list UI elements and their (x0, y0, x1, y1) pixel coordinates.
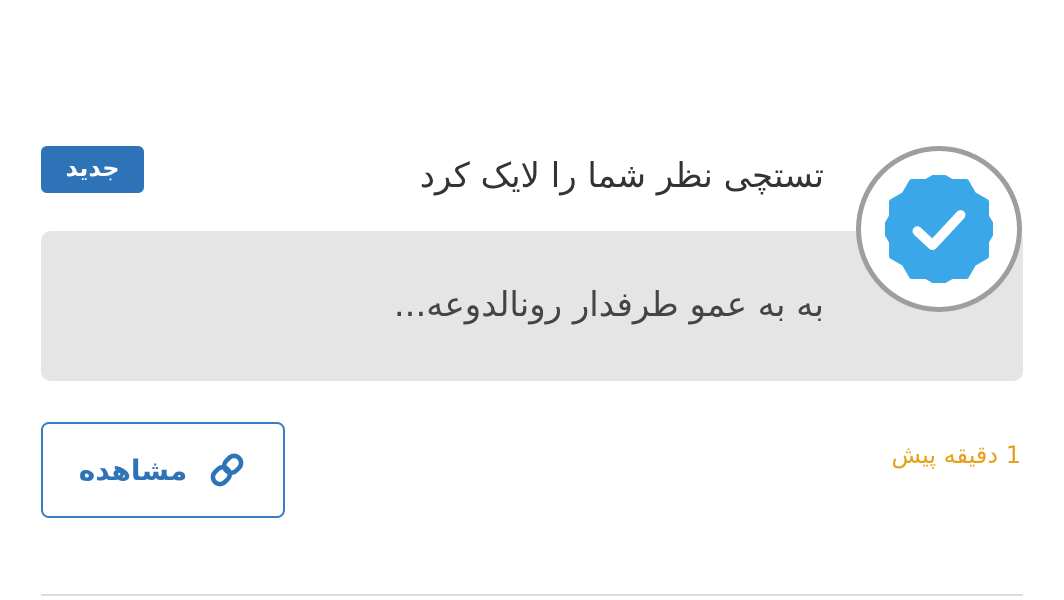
notification-title: تستچی نظر شما را لایک کرد (419, 156, 824, 196)
timestamp: 1 دقیقه پیش (891, 441, 1021, 469)
verified-badge-icon (885, 175, 993, 283)
avatar (856, 146, 1022, 312)
view-button[interactable]: مشاهده (41, 422, 285, 518)
new-badge: جدید (41, 146, 144, 193)
comment-preview-text: به به عمو طرفدار رونالدوعه... (393, 285, 824, 325)
divider (41, 594, 1023, 596)
link-icon (210, 453, 244, 487)
view-button-label: مشاهده (78, 453, 188, 487)
notification-item: تستچی نظر شما را لایک کرد جدید به به عمو… (0, 0, 1064, 600)
